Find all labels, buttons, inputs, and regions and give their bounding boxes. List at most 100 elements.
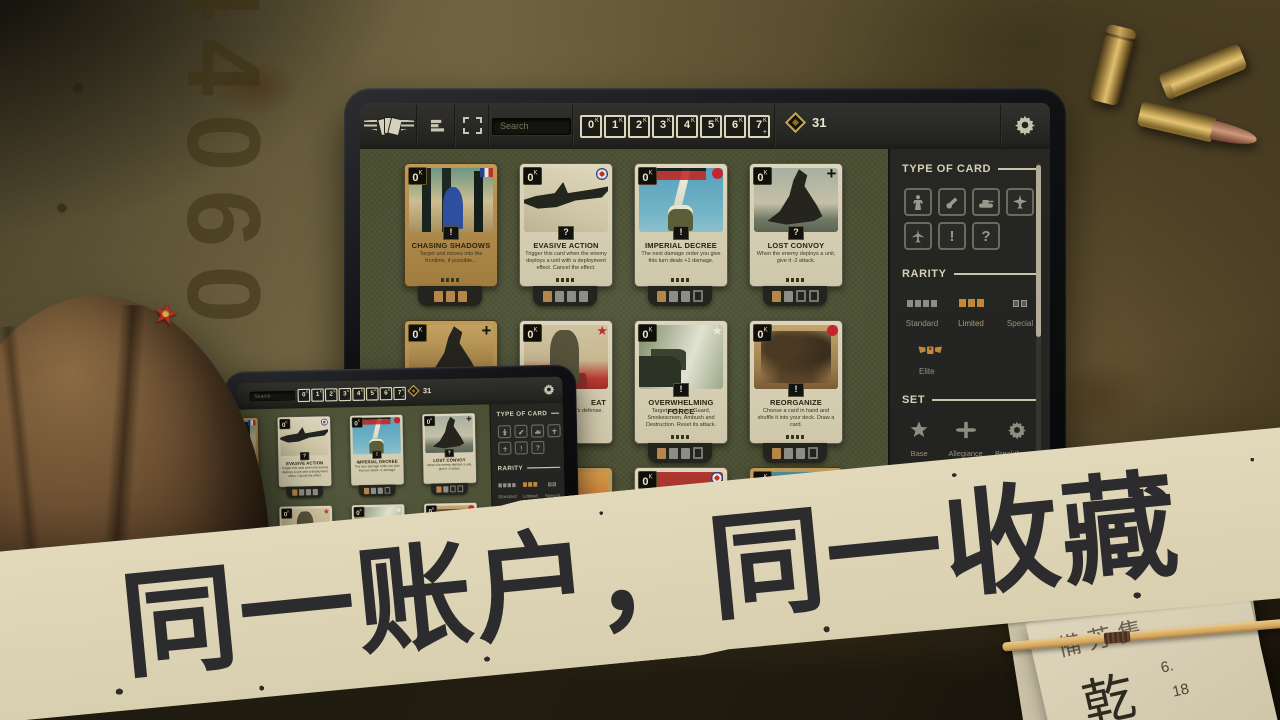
- card-footer: [441, 278, 461, 282]
- card-imperial-decree[interactable]: 0K ! IMPERIAL DECREE The next damage ord…: [349, 414, 404, 486]
- artillery-icon[interactable]: [938, 188, 966, 216]
- cost-filter-6[interactable]: 6K: [380, 387, 393, 400]
- cost-filter-5[interactable]: 5K: [700, 115, 722, 138]
- card-title: IMPERIAL DECREE: [637, 241, 725, 250]
- cost-badge: 0K: [638, 324, 657, 342]
- cost-badge: 0K: [638, 471, 657, 489]
- set-base[interactable]: Base: [902, 420, 936, 458]
- card-evasive-action[interactable]: 0K ? EVASIVE ACTION Trigger this card wh…: [277, 416, 332, 488]
- wildcard-diamond-icon: [785, 112, 806, 133]
- german-cross-icon: [825, 168, 838, 181]
- settings-gear-icon[interactable]: [1002, 103, 1048, 147]
- owned-square: [378, 487, 383, 493]
- tank-icon[interactable]: [531, 424, 544, 437]
- card-imperial-decree[interactable]: 0K ! IMPERIAL DECREE The next damage ord…: [634, 163, 728, 287]
- card-text: Target unit moves into the frontline, if…: [410, 251, 492, 265]
- rarity-options: StandardLimited Special: [498, 479, 561, 500]
- cost-filter-4[interactable]: 4K: [676, 115, 698, 138]
- cost-filter-1[interactable]: 1K: [311, 388, 324, 401]
- selection-marquee-icon[interactable]: [456, 103, 488, 147]
- rarity-special[interactable]: Special: [544, 479, 561, 499]
- cost-filter-1[interactable]: 1K: [604, 115, 626, 138]
- rarity-standard[interactable]: Standard: [498, 480, 517, 500]
- cost-filter-7[interactable]: 7K+: [748, 115, 770, 138]
- order-icon[interactable]: !: [938, 222, 966, 250]
- owned-square: [809, 290, 819, 302]
- card-text: Choose a card in hand and shuffle it int…: [755, 408, 837, 429]
- search-input[interactable]: Search: [250, 391, 295, 402]
- owned-square: [543, 291, 552, 302]
- cost-filter-2[interactable]: 2K: [325, 388, 338, 401]
- owned-indicator: [533, 286, 597, 306]
- card-footer: [556, 278, 576, 282]
- owned-square: [784, 448, 793, 459]
- artillery-icon[interactable]: [514, 425, 527, 438]
- countermeasure-type-icon: ?: [788, 226, 804, 240]
- search-input[interactable]: Search: [492, 118, 571, 135]
- infantry-icon[interactable]: [498, 425, 511, 438]
- card-text: Target unit loses Guard, Smokescreen, Am…: [640, 408, 722, 429]
- fighter-icon[interactable]: [498, 442, 511, 455]
- owned-square: [796, 290, 806, 302]
- owned-square: [443, 486, 448, 492]
- set-options: BaseAllegianceBreakthrough: [902, 420, 1040, 458]
- wildcard-diamond-icon: [407, 385, 419, 397]
- raf-roundel-icon: [596, 168, 608, 180]
- card-text: The next damage order you give this turn…: [640, 251, 722, 265]
- rarity-standard[interactable]: Standard: [902, 294, 942, 328]
- bomber-icon[interactable]: [547, 424, 560, 437]
- owned-indicator: [418, 286, 482, 306]
- owned-square: [364, 488, 369, 494]
- card-chasing-shadows[interactable]: 0K ! CHASING SHADOWS Target unit moves i…: [404, 163, 498, 287]
- cost-badge: 0K: [753, 167, 772, 185]
- countermeasure-icon[interactable]: ?: [972, 222, 1000, 250]
- german-cross-icon: [465, 416, 473, 424]
- resource-counter: 31: [409, 386, 431, 395]
- cost-filter-0[interactable]: 0K: [580, 115, 602, 138]
- card-evasive-action[interactable]: 0K ? EVASIVE ACTION Trigger this card wh…: [519, 163, 613, 287]
- plus-marking-icon: [480, 325, 493, 338]
- rarity-elite[interactable]: Elite: [902, 344, 1040, 376]
- kards-logo-icon[interactable]: [362, 103, 416, 147]
- cost-filter-2[interactable]: 2K: [628, 115, 650, 138]
- set-allegiance[interactable]: Allegiance: [948, 420, 983, 458]
- cost-filter-3[interactable]: 3K: [652, 115, 674, 138]
- owned-square: [292, 489, 297, 495]
- card-overwhelming-force[interactable]: 0K ! OVERWHELMING FORCE Target unit lose…: [634, 320, 728, 444]
- rarity-limited[interactable]: Limited: [951, 294, 991, 328]
- countermeasure-icon[interactable]: ?: [531, 441, 544, 454]
- owned-indicator: [648, 286, 712, 306]
- elite-label: Elite: [916, 367, 1040, 376]
- cost-badge: 0K: [638, 167, 657, 185]
- rarity-header: RARITY: [902, 268, 1040, 280]
- rarity-special[interactable]: Special: [1000, 294, 1040, 328]
- owned-indicator: [286, 486, 323, 498]
- card-lost-convoy[interactable]: 0K ? LOST CONVOY When the enemy deploys …: [749, 163, 843, 287]
- card-footer: [671, 278, 691, 282]
- cost-filter-4[interactable]: 4K: [352, 388, 365, 401]
- card-lost-convoy[interactable]: 0K ? LOST CONVOY When the enemy deploys …: [422, 413, 477, 485]
- card-footer: [671, 435, 691, 439]
- fighter-icon[interactable]: [904, 222, 932, 250]
- bomber-icon[interactable]: [1006, 188, 1034, 216]
- tank-icon[interactable]: [972, 188, 1000, 216]
- deck-stack-icon[interactable]: [420, 103, 454, 147]
- rarity-limited[interactable]: Limited: [521, 479, 538, 499]
- japan-flag-icon: [712, 168, 723, 179]
- order-icon[interactable]: !: [515, 441, 528, 454]
- rarity-header: RARITY: [497, 464, 560, 472]
- order-type-icon: !: [788, 383, 804, 397]
- owned-square: [772, 448, 781, 459]
- owned-square: [681, 448, 690, 459]
- cost-filter-7[interactable]: 7K+: [393, 387, 406, 400]
- card-title: LOST CONVOY: [752, 241, 840, 250]
- cost-filter-5[interactable]: 5K: [366, 387, 379, 400]
- cost-filter-0[interactable]: 0K: [297, 389, 310, 402]
- soviet-star-icon: [323, 508, 330, 515]
- card-reorganize[interactable]: 0K ! REORGANIZE Choose a card in hand an…: [749, 320, 843, 444]
- infantry-icon[interactable]: [904, 188, 932, 216]
- cost-filter-6[interactable]: 6K: [724, 115, 746, 138]
- soviet-star-icon: [596, 325, 608, 337]
- settings-gear-icon[interactable]: [536, 377, 563, 403]
- cost-filter-3[interactable]: 3K: [339, 388, 352, 401]
